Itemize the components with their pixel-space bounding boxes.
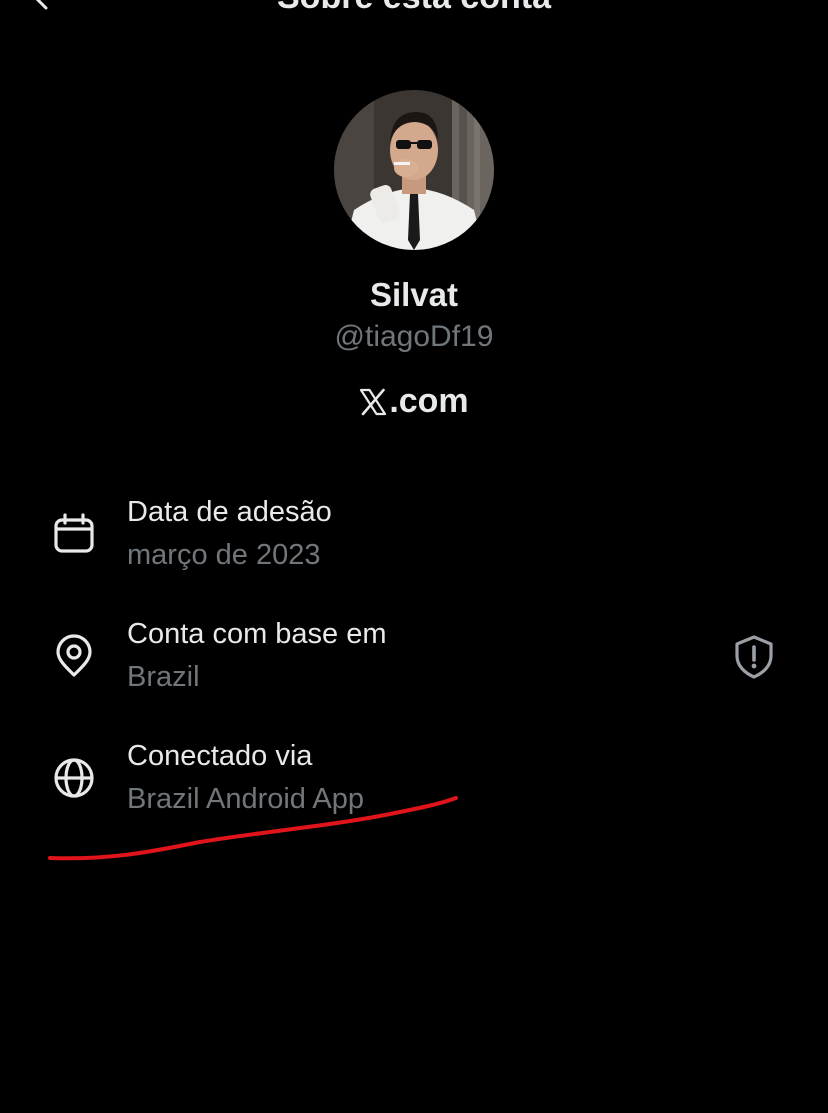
joined-date-label: Data de adesão	[127, 496, 332, 528]
username-handle[interactable]: @tiagoDf19	[0, 320, 828, 354]
header: Sobre esta conta	[0, 0, 828, 20]
joined-date-row: Data de adesão março de 2023	[0, 490, 828, 590]
account-based-in-row: Conta com base em Brazil	[0, 612, 828, 712]
account-based-in-value: Brazil	[127, 661, 200, 693]
location-pin-icon	[56, 634, 92, 677]
x-com-badge: .com	[0, 382, 828, 421]
shield-warning-button[interactable]	[732, 634, 776, 680]
shield-warning-icon	[735, 635, 773, 679]
connected-via-label: Conectado via	[127, 740, 313, 772]
account-based-in-label: Conta com base em	[127, 618, 387, 650]
avatar-image	[334, 90, 494, 250]
calendar-icon	[54, 513, 94, 553]
connected-via-row: Conectado via Brazil Android App	[0, 734, 828, 834]
avatar[interactable]	[334, 90, 494, 250]
display-name: Silvat	[369, 276, 459, 313]
x-logo-icon	[360, 388, 387, 415]
page-title: Sobre esta conta	[0, 0, 828, 17]
globe-icon	[54, 758, 94, 798]
badge-text: .com	[389, 382, 469, 420]
joined-date-value: março de 2023	[127, 539, 321, 571]
connected-via-value: Brazil Android App	[127, 783, 364, 815]
